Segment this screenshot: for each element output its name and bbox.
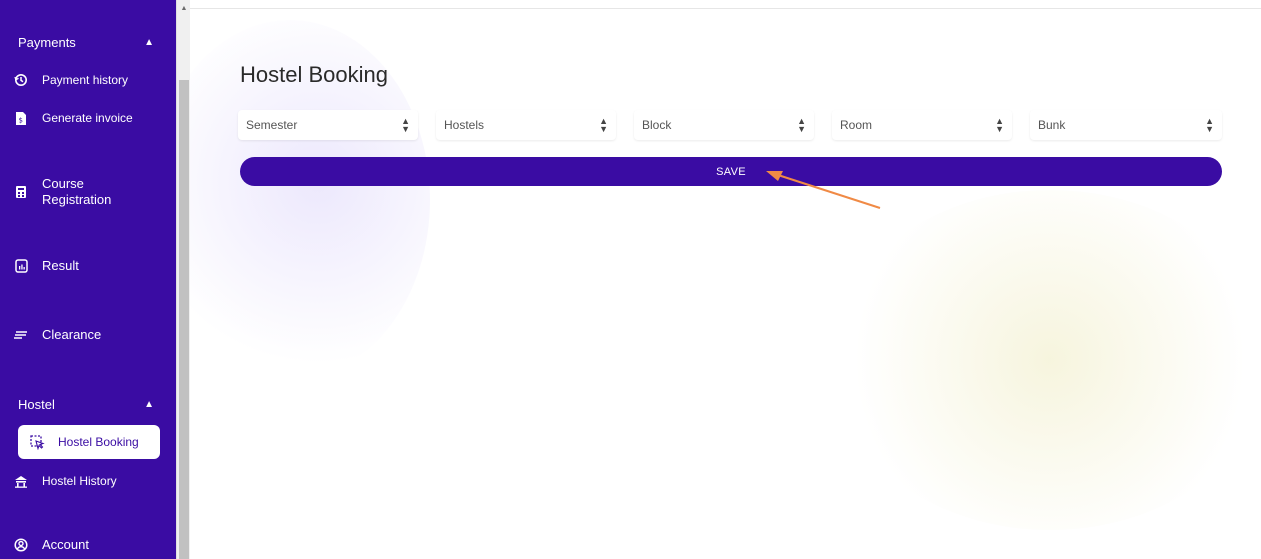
- sidebar-item-label: Course Registration: [42, 176, 111, 208]
- sidebar-item-label: Result: [42, 258, 79, 273]
- scrollbar-thumb[interactable]: [179, 80, 189, 559]
- select-label: Semester: [246, 118, 298, 132]
- save-button[interactable]: SAVE: [240, 157, 1222, 186]
- sidebar-item-payment-history[interactable]: Payment history: [8, 70, 160, 90]
- account-icon: [12, 536, 30, 554]
- hostel-header-label: Hostel: [18, 396, 55, 412]
- payments-header-label: Payments: [18, 34, 76, 50]
- page-title: Hostel Booking: [240, 62, 388, 87]
- svg-text:$: $: [19, 116, 23, 124]
- divider: [190, 8, 1261, 9]
- main-content: Hostel Booking Semester ▲ ▼ Hostels ▲ ▼ Bl…: [190, 0, 1261, 559]
- sidebar-item-result[interactable]: Result: [8, 256, 160, 276]
- select-arrows-icon: ▲ ▼: [995, 116, 1004, 134]
- result-report-icon: [12, 257, 30, 275]
- sidebar-item-label: Clearance: [42, 327, 102, 342]
- notes-icon: [12, 326, 30, 344]
- invoice-icon: $: [12, 109, 30, 127]
- chevron-up-icon: ▲: [144, 398, 154, 410]
- sidebar-item-account[interactable]: Account: [8, 535, 160, 555]
- scroll-up-arrow-icon[interactable]: ▲: [177, 2, 191, 14]
- sidebar-item-hostel-history[interactable]: Hostel History: [8, 471, 160, 491]
- select-arrows-icon: ▲ ▼: [599, 116, 608, 134]
- payments-section-toggle[interactable]: Payments ▲: [8, 28, 168, 56]
- history-icon: [12, 71, 30, 89]
- hostels-select[interactable]: Hostels ▲ ▼: [436, 110, 616, 140]
- sidebar-item-label: Hostel History: [42, 474, 117, 488]
- sidebar-scrollbar[interactable]: ▲: [176, 0, 190, 559]
- select-label: Room: [840, 118, 873, 132]
- sidebar-item-hostel-booking[interactable]: Hostel Booking: [18, 425, 160, 459]
- select-arrows-icon: ▲ ▼: [1205, 116, 1214, 134]
- semester-select[interactable]: Semester ▲ ▼: [238, 110, 418, 140]
- background-decoration: [830, 190, 1261, 530]
- select-arrows-icon: ▲ ▼: [401, 116, 410, 134]
- block-select[interactable]: Block ▲ ▼: [634, 110, 814, 140]
- sidebar-item-label: Payment history: [42, 73, 129, 87]
- building-icon: [12, 472, 30, 490]
- hostel-section-toggle[interactable]: Hostel ▲: [8, 390, 168, 418]
- sidebar: Payments ▲ Payment history $ Generate in…: [0, 0, 176, 559]
- sidebar-item-clearance[interactable]: Clearance: [8, 325, 160, 345]
- room-select[interactable]: Room ▲ ▼: [832, 110, 1012, 140]
- select-label: Block: [642, 118, 672, 132]
- select-label: Hostels: [444, 118, 485, 132]
- calculator-icon: [12, 183, 30, 201]
- course-registration-line1: Course: [42, 176, 84, 191]
- select-label: Bunk: [1038, 118, 1066, 132]
- select-arrows-icon: ▲ ▼: [797, 116, 806, 134]
- sidebar-item-label: Account: [42, 537, 89, 552]
- bunk-select[interactable]: Bunk ▲ ▼: [1030, 110, 1222, 140]
- sidebar-item-label: Hostel Booking: [58, 435, 139, 449]
- sidebar-item-label: Generate invoice: [42, 111, 133, 125]
- sidebar-item-course-registration[interactable]: Course Registration: [8, 174, 160, 210]
- course-registration-line2: Registration: [42, 192, 112, 207]
- chevron-up-icon: ▲: [144, 36, 154, 48]
- cursor-select-icon: [28, 433, 46, 451]
- sidebar-item-generate-invoice[interactable]: $ Generate invoice: [8, 108, 160, 128]
